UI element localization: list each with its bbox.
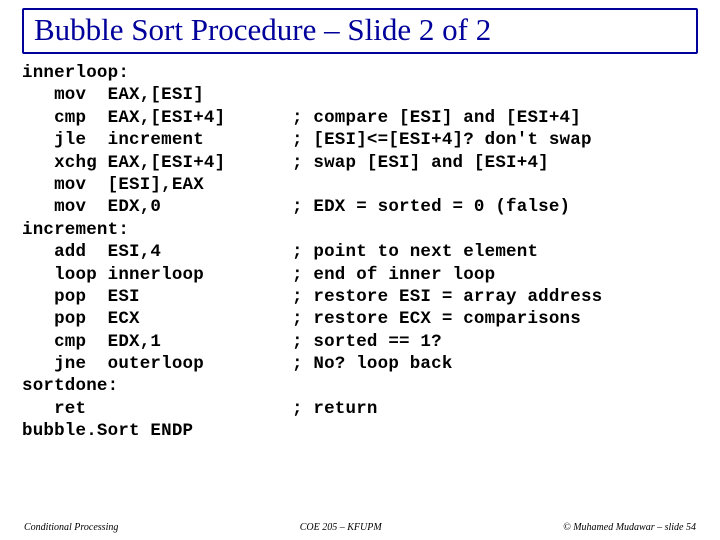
code-comment (292, 84, 698, 106)
code-comment: ; No? loop back (292, 353, 698, 375)
code-comment (292, 174, 698, 196)
code-comment (292, 375, 698, 397)
code-comment: ; return (292, 398, 698, 420)
code-comment: ; swap [ESI] and [ESI+4] (292, 152, 698, 174)
footer-center: COE 205 – KFUPM (300, 522, 382, 533)
code-listing: innerloop: mov EAX,[ESI] cmp EAX,[ESI+4]… (22, 62, 698, 443)
code-instruction: pop ECX (22, 308, 292, 330)
code-comment: ; end of inner loop (292, 264, 698, 286)
code-line: bubble.Sort ENDP (22, 420, 698, 442)
code-instruction: ret (22, 398, 292, 420)
code-line: cmp EAX,[ESI+4]; compare [ESI] and [ESI+… (22, 107, 698, 129)
code-line: sortdone: (22, 375, 698, 397)
code-line: add ESI,4; point to next element (22, 241, 698, 263)
slide-container: Bubble Sort Procedure – Slide 2 of 2 inn… (0, 0, 720, 540)
footer: Conditional Processing COE 205 – KFUPM ©… (0, 522, 720, 533)
code-comment: ; sorted == 1? (292, 331, 698, 353)
code-instruction: cmp EAX,[ESI+4] (22, 107, 292, 129)
code-instruction: pop ESI (22, 286, 292, 308)
footer-right: © Muhamed Mudawar – slide 54 (563, 522, 696, 533)
code-line: mov EDX,0; EDX = sorted = 0 (false) (22, 196, 698, 218)
code-instruction: increment: (22, 219, 292, 241)
code-line: jne outerloop; No? loop back (22, 353, 698, 375)
code-instruction: innerloop: (22, 62, 292, 84)
code-instruction: jle increment (22, 129, 292, 151)
code-instruction: mov EAX,[ESI] (22, 84, 292, 106)
code-comment: ; restore ECX = comparisons (292, 308, 698, 330)
code-comment: ; [ESI]<=[ESI+4]? don't swap (292, 129, 698, 151)
code-instruction: bubble.Sort ENDP (22, 420, 292, 442)
code-comment: ; point to next element (292, 241, 698, 263)
code-comment: ; compare [ESI] and [ESI+4] (292, 107, 698, 129)
code-comment: ; restore ESI = array address (292, 286, 698, 308)
code-line: mov [ESI],EAX (22, 174, 698, 196)
code-line: ret; return (22, 398, 698, 420)
footer-left: Conditional Processing (24, 522, 118, 533)
code-line: xchg EAX,[ESI+4]; swap [ESI] and [ESI+4] (22, 152, 698, 174)
code-instruction: mov EDX,0 (22, 196, 292, 218)
code-instruction: cmp EDX,1 (22, 331, 292, 353)
code-instruction: xchg EAX,[ESI+4] (22, 152, 292, 174)
code-line: pop ECX; restore ECX = comparisons (22, 308, 698, 330)
code-comment (292, 219, 698, 241)
title-box: Bubble Sort Procedure – Slide 2 of 2 (22, 8, 698, 54)
code-line: jle increment; [ESI]<=[ESI+4]? don't swa… (22, 129, 698, 151)
code-comment (292, 420, 698, 442)
code-instruction: jne outerloop (22, 353, 292, 375)
code-line: innerloop: (22, 62, 698, 84)
code-line: increment: (22, 219, 698, 241)
code-instruction: mov [ESI],EAX (22, 174, 292, 196)
code-instruction: sortdone: (22, 375, 292, 397)
code-line: mov EAX,[ESI] (22, 84, 698, 106)
code-instruction: loop innerloop (22, 264, 292, 286)
code-instruction: add ESI,4 (22, 241, 292, 263)
code-comment (292, 62, 698, 84)
slide-title: Bubble Sort Procedure – Slide 2 of 2 (34, 12, 686, 48)
code-comment: ; EDX = sorted = 0 (false) (292, 196, 698, 218)
code-line: pop ESI; restore ESI = array address (22, 286, 698, 308)
code-line: cmp EDX,1; sorted == 1? (22, 331, 698, 353)
code-line: loop innerloop; end of inner loop (22, 264, 698, 286)
